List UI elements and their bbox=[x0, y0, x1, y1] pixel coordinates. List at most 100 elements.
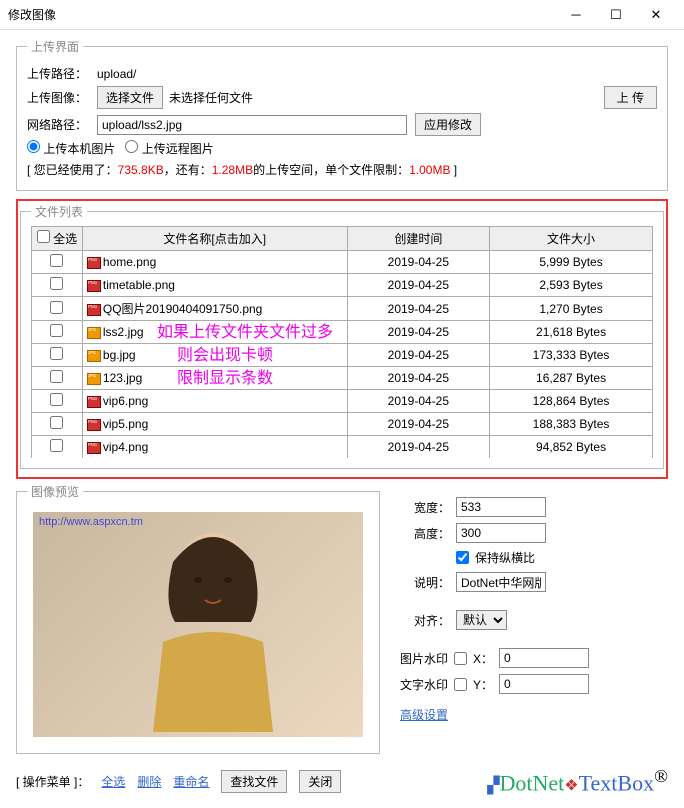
minimize-button[interactable]: ─ bbox=[556, 1, 596, 29]
op-rename[interactable]: 重命名 bbox=[173, 773, 209, 790]
file-name: timetable.png bbox=[103, 278, 175, 292]
person-silhouette bbox=[123, 522, 303, 732]
file-table: 全选 文件名称[点击加入] 创建时间 文件大小 home.png2019-04-… bbox=[31, 226, 653, 458]
net-path-label: 网络路径： bbox=[27, 116, 97, 133]
radio-remote[interactable] bbox=[125, 140, 138, 153]
preview-panel: 图像预览 http://www.aspxcn.tm bbox=[16, 483, 380, 754]
y-label: Y： bbox=[473, 676, 493, 693]
file-date: 2019-04-25 bbox=[347, 321, 490, 344]
file-date: 2019-04-25 bbox=[347, 297, 490, 321]
radio-local[interactable] bbox=[27, 140, 40, 153]
keep-ratio-checkbox[interactable] bbox=[456, 551, 469, 564]
file-icon bbox=[87, 350, 101, 362]
file-name: vip6.png bbox=[103, 394, 148, 408]
file-date: 2019-04-25 bbox=[347, 413, 490, 436]
table-row[interactable]: home.png2019-04-255,999 Bytes bbox=[32, 251, 653, 274]
select-all-checkbox[interactable] bbox=[37, 230, 50, 243]
file-size: 128,864 Bytes bbox=[490, 390, 653, 413]
radio-local-label[interactable]: 上传本机图片 bbox=[27, 140, 115, 157]
file-size: 5,999 Bytes bbox=[490, 251, 653, 274]
brand-logo: ▞DotNet❖TextBox® bbox=[487, 766, 668, 796]
find-file-button[interactable]: 查找文件 bbox=[221, 770, 287, 793]
op-delete[interactable]: 删除 bbox=[137, 773, 161, 790]
watermark-text-label: 文字水印 bbox=[400, 676, 448, 693]
table-row[interactable]: QQ图片20190404091750.png2019-04-251,270 By… bbox=[32, 297, 653, 321]
file-date: 2019-04-25 bbox=[347, 344, 490, 367]
table-row[interactable]: vip5.png 2019-04-25188,383 Bytes bbox=[32, 413, 653, 436]
preview-legend: 图像预览 bbox=[27, 483, 83, 500]
watermark-text-checkbox[interactable] bbox=[454, 678, 467, 691]
table-row[interactable]: vip6.png2019-04-25128,864 Bytes bbox=[32, 390, 653, 413]
apply-button[interactable]: 应用修改 bbox=[415, 113, 481, 136]
watermark-img-checkbox[interactable] bbox=[454, 652, 467, 665]
file-icon bbox=[87, 373, 101, 385]
file-size: 1,270 Bytes bbox=[490, 297, 653, 321]
upload-path-value: upload/ bbox=[97, 67, 136, 81]
file-date: 2019-04-25 bbox=[347, 274, 490, 297]
radio-remote-label[interactable]: 上传远程图片 bbox=[125, 140, 213, 157]
col-date: 创建时间 bbox=[347, 227, 490, 251]
upload-image-label: 上传图像： bbox=[27, 89, 97, 106]
row-checkbox[interactable] bbox=[50, 416, 63, 429]
file-icon bbox=[87, 257, 101, 269]
align-select[interactable]: 默认 bbox=[456, 610, 507, 630]
row-checkbox[interactable] bbox=[50, 347, 63, 360]
file-size: 173,333 Bytes bbox=[490, 344, 653, 367]
table-row[interactable]: lss2.jpg2019-04-2521,618 Bytes bbox=[32, 321, 653, 344]
footer: [ 操作菜单 ]： 全选 删除 重命名 查找文件 关闭 ▞DotNet❖Text… bbox=[16, 762, 668, 800]
row-checkbox[interactable] bbox=[50, 277, 63, 290]
file-size: 188,383 Bytes bbox=[490, 413, 653, 436]
y-input[interactable] bbox=[499, 674, 589, 694]
row-checkbox[interactable] bbox=[50, 324, 63, 337]
table-row[interactable]: vip4.png2019-04-2594,852 Bytes bbox=[32, 436, 653, 459]
close-panel-button[interactable]: 关闭 bbox=[299, 770, 341, 793]
file-icon bbox=[87, 396, 101, 408]
net-path-input[interactable] bbox=[97, 115, 407, 135]
table-row[interactable]: timetable.png2019-04-252,593 Bytes bbox=[32, 274, 653, 297]
col-size: 文件大小 bbox=[490, 227, 653, 251]
file-size: 21,618 Bytes bbox=[490, 321, 653, 344]
row-checkbox[interactable] bbox=[50, 301, 63, 314]
desc-input[interactable] bbox=[456, 572, 546, 592]
quota-text: [ 您已经使用了：735.8KB，还有：1.28MB的上传空间，单个文件限制：1… bbox=[27, 161, 657, 178]
file-date: 2019-04-25 bbox=[347, 367, 490, 390]
window-title: 修改图像 bbox=[8, 6, 556, 23]
row-checkbox[interactable] bbox=[50, 439, 63, 452]
file-size: 16,287 Bytes bbox=[490, 367, 653, 390]
preview-image: http://www.aspxcn.tm bbox=[33, 512, 363, 737]
watermark-img-label: 图片水印 bbox=[400, 650, 448, 667]
height-input[interactable] bbox=[456, 523, 546, 543]
row-checkbox[interactable] bbox=[50, 254, 63, 267]
x-input[interactable] bbox=[499, 648, 589, 668]
file-size: 94,852 Bytes bbox=[490, 436, 653, 459]
upload-legend: 上传界面 bbox=[27, 38, 83, 55]
close-button[interactable]: ✕ bbox=[636, 1, 676, 29]
row-checkbox[interactable] bbox=[50, 393, 63, 406]
upload-button[interactable]: 上 传 bbox=[604, 86, 657, 109]
file-icon bbox=[87, 280, 101, 292]
file-list-panel: 文件列表 全选 文件名称[点击加入] 创建时间 文件大小 home.png201… bbox=[20, 203, 664, 469]
upload-path-label: 上传路径： bbox=[27, 65, 97, 82]
file-list-legend: 文件列表 bbox=[31, 203, 87, 220]
file-date: 2019-04-25 bbox=[347, 436, 490, 459]
row-checkbox[interactable] bbox=[50, 370, 63, 383]
width-label: 宽度： bbox=[400, 499, 450, 516]
table-row[interactable]: 123.jpg 2019-04-2516,287 Bytes bbox=[32, 367, 653, 390]
no-file-text: 未选择任何文件 bbox=[169, 89, 253, 106]
file-icon bbox=[87, 419, 101, 431]
file-name: 123.jpg bbox=[103, 371, 142, 385]
op-select-all[interactable]: 全选 bbox=[101, 773, 125, 790]
advanced-link[interactable]: 高级设置 bbox=[400, 706, 448, 723]
col-name: 文件名称[点击加入] bbox=[82, 227, 347, 251]
keep-ratio-label: 保持纵横比 bbox=[475, 549, 535, 566]
file-name: bg.jpg bbox=[103, 348, 136, 362]
width-input[interactable] bbox=[456, 497, 546, 517]
file-name: vip5.png bbox=[103, 417, 148, 431]
table-row[interactable]: bg.jpg 2019-04-25173,333 Bytes bbox=[32, 344, 653, 367]
upload-panel: 上传界面 上传路径： upload/ 上传图像： 选择文件 未选择任何文件 上 … bbox=[16, 38, 668, 191]
align-label: 对齐： bbox=[400, 612, 450, 629]
maximize-button[interactable]: ☐ bbox=[596, 1, 636, 29]
table-scroll[interactable]: 全选 文件名称[点击加入] 创建时间 文件大小 home.png2019-04-… bbox=[31, 226, 653, 458]
height-label: 高度： bbox=[400, 525, 450, 542]
choose-file-button[interactable]: 选择文件 bbox=[97, 86, 163, 109]
